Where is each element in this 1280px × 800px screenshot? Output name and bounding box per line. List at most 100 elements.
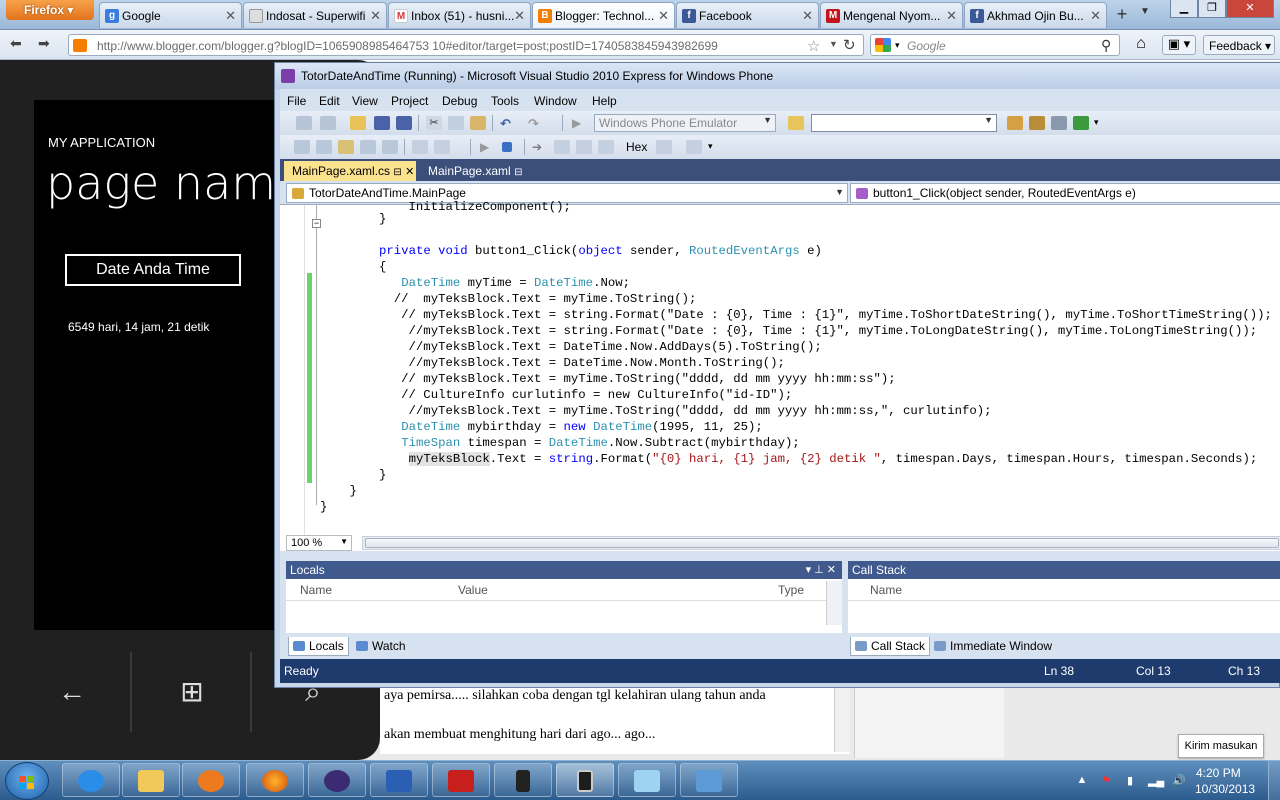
clock-date[interactable]: 10/30/2013 bbox=[1195, 782, 1255, 796]
redo-icon[interactable]: ↷ bbox=[528, 116, 544, 131]
date-and-time-button[interactable]: Date Anda Time bbox=[65, 254, 241, 286]
menu-window[interactable]: Window bbox=[534, 94, 577, 108]
debug-icon-4[interactable] bbox=[360, 140, 376, 154]
tab-locals[interactable]: Locals bbox=[288, 637, 349, 656]
editor-scrollbar[interactable] bbox=[834, 688, 850, 752]
member-dropdown[interactable]: button1_Click(object sender, RoutedEvent… bbox=[850, 183, 1280, 203]
find-in-files-icon[interactable] bbox=[788, 116, 804, 130]
taskbar-word[interactable] bbox=[370, 763, 428, 797]
taskbar-acrobat[interactable] bbox=[432, 763, 490, 797]
column-name[interactable]: Name bbox=[870, 583, 902, 597]
forward-icon[interactable]: ➡ bbox=[38, 35, 50, 55]
show-next-statement-icon[interactable]: ➔ bbox=[532, 140, 548, 154]
toolbar-options-icon[interactable]: ▾ bbox=[708, 141, 713, 152]
extension-manager-icon[interactable] bbox=[1073, 116, 1089, 130]
toolbox-icon[interactable] bbox=[1051, 116, 1067, 130]
search-bar[interactable]: ▾ Google ⚲ bbox=[870, 34, 1120, 56]
menu-file[interactable]: File bbox=[287, 94, 306, 108]
debug-icon-1[interactable] bbox=[294, 140, 310, 154]
close-window-icon[interactable]: ✕ bbox=[1226, 0, 1274, 18]
deployment-target-select[interactable]: Windows Phone Emulator ▼ bbox=[594, 114, 776, 132]
restore-icon[interactable]: ❐ bbox=[1198, 0, 1226, 18]
url-history-dropdown-icon[interactable]: ▼ bbox=[829, 39, 838, 49]
copy-icon[interactable] bbox=[448, 116, 464, 130]
tab-watch[interactable]: Watch bbox=[352, 637, 410, 655]
tab-immediate-window[interactable]: Immediate Window bbox=[930, 637, 1056, 655]
zoom-level-select[interactable]: 100 % ▼ bbox=[286, 535, 352, 551]
browser-tab-akhmad[interactable]: f Akhmad Ojin Bu... ✕ bbox=[964, 2, 1107, 28]
tab-call-stack[interactable]: Call Stack bbox=[850, 637, 931, 656]
browser-tab-facebook[interactable]: f Facebook ✕ bbox=[676, 2, 819, 28]
breakpoints-window-icon[interactable] bbox=[656, 140, 672, 154]
start-debugging-icon[interactable]: ▶ bbox=[572, 116, 588, 130]
home-icon[interactable]: ⌂ bbox=[1127, 35, 1155, 55]
taskbar-firefox[interactable] bbox=[246, 763, 304, 797]
tab-mainpage-xaml[interactable]: MainPage.xaml ⊟ bbox=[420, 161, 540, 181]
step-over-icon[interactable] bbox=[576, 140, 592, 154]
power-icon[interactable]: ▮ bbox=[1124, 774, 1136, 787]
step-into-icon[interactable] bbox=[554, 140, 570, 154]
back-icon[interactable]: ⬅ bbox=[10, 35, 22, 55]
output-window-icon[interactable] bbox=[686, 140, 702, 154]
save-icon[interactable] bbox=[374, 116, 390, 130]
google-engine-icon[interactable] bbox=[875, 38, 891, 52]
url-bar[interactable]: http://www.blogger.com/blogger.g?blogID=… bbox=[68, 34, 864, 56]
outdent-icon[interactable] bbox=[434, 140, 450, 154]
show-desktop-button[interactable] bbox=[1268, 761, 1280, 800]
close-tab-icon[interactable]: ✕ bbox=[370, 8, 381, 24]
window-options-icon[interactable]: ▾ ⊥ ✕ bbox=[806, 563, 836, 576]
column-value[interactable]: Value bbox=[458, 583, 488, 597]
save-all-icon[interactable] bbox=[396, 116, 412, 130]
code-editor[interactable]: − InitializeComponent(); } private void … bbox=[280, 200, 1280, 551]
bookmarks-menu-icon[interactable]: ▣ ▾ bbox=[1162, 35, 1196, 55]
windows-start-key-icon[interactable]: ⊞ bbox=[134, 652, 252, 732]
send-feedback-button[interactable]: Kirim masukan bbox=[1178, 734, 1264, 758]
locals-scrollbar[interactable] bbox=[826, 581, 842, 625]
paste-icon[interactable] bbox=[470, 116, 486, 130]
browser-tab-google[interactable]: g Google ✕ bbox=[99, 2, 242, 28]
back-key-icon[interactable]: ← bbox=[14, 652, 132, 732]
pin-icon[interactable]: ⊟ bbox=[514, 167, 522, 178]
taskbar-picture-viewer[interactable] bbox=[680, 763, 738, 797]
find-combo[interactable]: ▼ bbox=[811, 114, 997, 132]
menu-project[interactable]: Project bbox=[391, 94, 428, 108]
menu-debug[interactable]: Debug bbox=[442, 94, 477, 108]
taskbar-eclipse[interactable] bbox=[308, 763, 366, 797]
menu-tools[interactable]: Tools bbox=[491, 94, 519, 108]
scrollbar-thumb[interactable] bbox=[365, 538, 1279, 548]
browser-tab-gmail[interactable]: M Inbox (51) - husni... ✕ bbox=[388, 2, 531, 28]
taskbar-internet-explorer[interactable] bbox=[62, 763, 120, 797]
browser-tab-blogger[interactable]: B Blogger: Technol... ✕ bbox=[532, 2, 675, 28]
firefox-menu-button[interactable]: Firefox ▾ bbox=[6, 0, 94, 20]
continue-icon[interactable]: ▶ bbox=[480, 140, 496, 154]
column-type[interactable]: Type bbox=[778, 583, 804, 597]
action-center-icon[interactable]: ⚑ bbox=[1100, 774, 1112, 787]
solution-explorer-icon[interactable] bbox=[1007, 116, 1023, 130]
close-tab-icon[interactable]: ✕ bbox=[514, 8, 525, 24]
close-tab-icon[interactable]: ✕ bbox=[946, 8, 957, 24]
close-tab-icon[interactable]: ✕ bbox=[225, 8, 236, 24]
indent-icon[interactable] bbox=[412, 140, 428, 154]
undo-icon[interactable]: ↶ bbox=[500, 116, 516, 131]
debug-icon-5[interactable] bbox=[382, 140, 398, 154]
open-file-icon[interactable] bbox=[350, 116, 366, 130]
column-name[interactable]: Name bbox=[300, 583, 332, 597]
debug-icon-3[interactable] bbox=[338, 140, 354, 154]
show-hidden-icons[interactable]: ▲ bbox=[1076, 774, 1088, 786]
toolbar-options-icon[interactable]: ▾ bbox=[1094, 117, 1099, 128]
taskbar-explorer[interactable] bbox=[122, 763, 180, 797]
network-icon[interactable]: ▂▄ bbox=[1148, 774, 1164, 787]
volume-icon[interactable]: 🔊 bbox=[1172, 774, 1186, 787]
menu-view[interactable]: View bbox=[352, 94, 378, 108]
cut-icon[interactable]: ✂ bbox=[426, 116, 442, 130]
hexadecimal-display-toggle[interactable]: Hex bbox=[626, 140, 647, 154]
menu-help[interactable]: Help bbox=[592, 94, 617, 108]
minimize-icon[interactable]: ▁ bbox=[1170, 0, 1198, 18]
clock-time[interactable]: 4:20 PM bbox=[1196, 766, 1241, 780]
taskbar-visual-studio-phone[interactable] bbox=[556, 763, 614, 797]
horizontal-scrollbar[interactable] bbox=[362, 536, 1280, 550]
search-engine-dropdown-icon[interactable]: ▾ bbox=[895, 40, 900, 51]
close-tab-icon[interactable]: ✕ bbox=[802, 8, 813, 24]
browser-tab-mengenal[interactable]: M Mengenal Nyom... ✕ bbox=[820, 2, 963, 28]
browser-tab-indosat[interactable]: Indosat - Superwifi ✕ bbox=[243, 2, 387, 28]
